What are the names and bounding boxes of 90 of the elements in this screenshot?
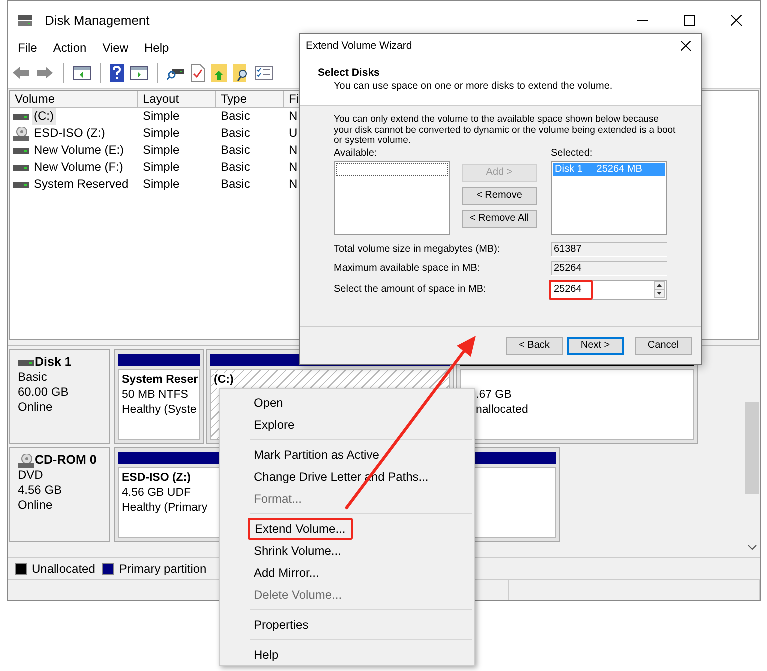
disk-detail: 60.00 GB bbox=[18, 385, 70, 400]
legend-label: Primary partition bbox=[119, 562, 207, 576]
menu-item[interactable]: View bbox=[94, 41, 136, 55]
move-button[interactable]: < Remove bbox=[462, 186, 537, 204]
table-cell-text: Simple bbox=[142, 108, 181, 125]
dialog-title: Extend Volume Wizard bbox=[306, 40, 412, 52]
move-button[interactable]: < Remove All bbox=[462, 210, 537, 228]
disk-detail: Online bbox=[18, 400, 54, 415]
table-cell-text: Basic bbox=[220, 142, 252, 159]
close-icon[interactable] bbox=[681, 41, 691, 51]
folder-search-icon[interactable] bbox=[233, 64, 249, 82]
panel-icon[interactable] bbox=[130, 66, 148, 80]
disc-drive-icon bbox=[18, 454, 34, 468]
menu-item[interactable]: Properties bbox=[222, 614, 472, 636]
spinner-icon[interactable] bbox=[654, 281, 665, 298]
field-label: Maximum available space in MB: bbox=[334, 263, 480, 274]
table-cell[interactable]: ESD-ISO (Z:) bbox=[32, 125, 108, 142]
table-cell-text: Simple bbox=[142, 159, 181, 176]
menu-item[interactable]: Action bbox=[45, 41, 95, 55]
available-list[interactable] bbox=[334, 160, 450, 234]
window-title: Disk Management bbox=[45, 12, 150, 28]
drive-icon bbox=[18, 358, 34, 366]
readonly-field: 25264 bbox=[551, 261, 667, 276]
table-cell-text: Basic bbox=[220, 159, 252, 176]
menu-item[interactable]: Help bbox=[136, 41, 178, 55]
table-cell-text: Simple bbox=[142, 142, 181, 159]
table-cell-text: Basic bbox=[220, 176, 252, 193]
dialog-button[interactable]: Cancel bbox=[635, 336, 692, 354]
menu-item[interactable]: Shrink Volume... bbox=[222, 540, 472, 562]
readonly-field: 61387 bbox=[551, 242, 667, 257]
disk-detail: Basic bbox=[18, 370, 48, 385]
partition-name: (C:) bbox=[214, 373, 234, 388]
help-icon[interactable] bbox=[110, 64, 124, 82]
list-label: Available: bbox=[334, 148, 378, 160]
disk-name: CD-ROM 0 bbox=[35, 453, 97, 468]
table-cell[interactable]: New Volume (E:) bbox=[32, 142, 126, 159]
list-label: Selected: bbox=[551, 148, 594, 160]
partition[interactable]: System Reser 50 MB NTFS Healthy (Syste bbox=[114, 349, 204, 444]
table-cell-text: Simple bbox=[142, 176, 181, 193]
column-header[interactable]: Layout bbox=[138, 91, 216, 108]
disk-detail: Online bbox=[18, 498, 54, 513]
table-cell-text: U bbox=[288, 125, 299, 142]
field-label: Total volume size in megabytes (MB): bbox=[334, 244, 500, 255]
dialog-button[interactable]: < Back bbox=[506, 336, 563, 354]
menu-item[interactable]: Help bbox=[222, 644, 472, 666]
scroll-down-icon[interactable] bbox=[748, 545, 757, 551]
wizard-heading: Select Disks bbox=[318, 67, 381, 79]
table-cell[interactable]: (C:) bbox=[32, 108, 56, 125]
field-label: Select the amount of space in MB: bbox=[334, 284, 486, 295]
panel-icon[interactable] bbox=[73, 66, 91, 80]
maximize-icon[interactable] bbox=[684, 14, 695, 26]
partition-detail: Healthy (Syste bbox=[122, 403, 197, 418]
disk-label[interactable]: CD-ROM 0 DVD 4.56 GB Online bbox=[9, 447, 110, 542]
wizard-note: You can only extend the volume to the available space shown below because your disk cannot be converted to dynamic or the volume being extended is a boot or system volume. bbox=[334, 115, 677, 146]
legend-label: Unallocated bbox=[32, 562, 96, 576]
drive-icon bbox=[13, 164, 29, 172]
disc-drive-icon bbox=[13, 126, 29, 140]
menu-item[interactable]: Mark Partition as Active bbox=[222, 444, 472, 466]
table-cell-text: N bbox=[288, 108, 299, 125]
document-check-icon[interactable] bbox=[191, 64, 205, 82]
disk-detail: 4.56 GB bbox=[18, 483, 64, 498]
table-cell-text: N bbox=[288, 176, 299, 193]
table-cell-text: Basic bbox=[220, 125, 252, 142]
drive-icon bbox=[13, 146, 29, 154]
drive-icon bbox=[13, 112, 29, 120]
menu-item[interactable]: Extend Volume... bbox=[248, 518, 353, 540]
drive-icon bbox=[13, 180, 29, 188]
table-cell[interactable]: System Reserved bbox=[32, 176, 131, 193]
close-icon[interactable] bbox=[731, 14, 742, 26]
dialog-button[interactable]: Next > bbox=[567, 336, 624, 354]
disk-detail: DVD bbox=[18, 468, 44, 483]
table-cell-text: Simple bbox=[142, 125, 181, 142]
wizard-subheading: You can use space on one or more disks to extend the volume. bbox=[333, 81, 614, 92]
checklist-icon[interactable] bbox=[255, 66, 273, 80]
table-cell-text: N bbox=[288, 159, 299, 176]
menu-item[interactable]: Add Mirror... bbox=[222, 562, 472, 584]
back-icon[interactable] bbox=[12, 66, 30, 80]
partition-name: System Reser bbox=[122, 373, 198, 388]
disk-name: Disk 1 bbox=[35, 355, 72, 370]
menu-item[interactable]: File bbox=[10, 41, 46, 55]
partition-detail: Healthy (Primary bbox=[122, 501, 208, 516]
table-cell-text: N bbox=[288, 142, 299, 159]
partition-name: ESD-ISO (Z:) bbox=[122, 471, 191, 486]
column-header[interactable]: Type bbox=[216, 91, 284, 108]
forward-icon[interactable] bbox=[36, 66, 54, 80]
table-cell[interactable]: New Volume (F:) bbox=[32, 159, 126, 176]
disk-drive-icon bbox=[17, 13, 33, 27]
column-header[interactable]: Volume bbox=[10, 91, 138, 108]
table-cell-text: Basic bbox=[220, 108, 252, 125]
disk-label[interactable]: Disk 1 Basic 60.00 GB Online bbox=[9, 349, 110, 444]
